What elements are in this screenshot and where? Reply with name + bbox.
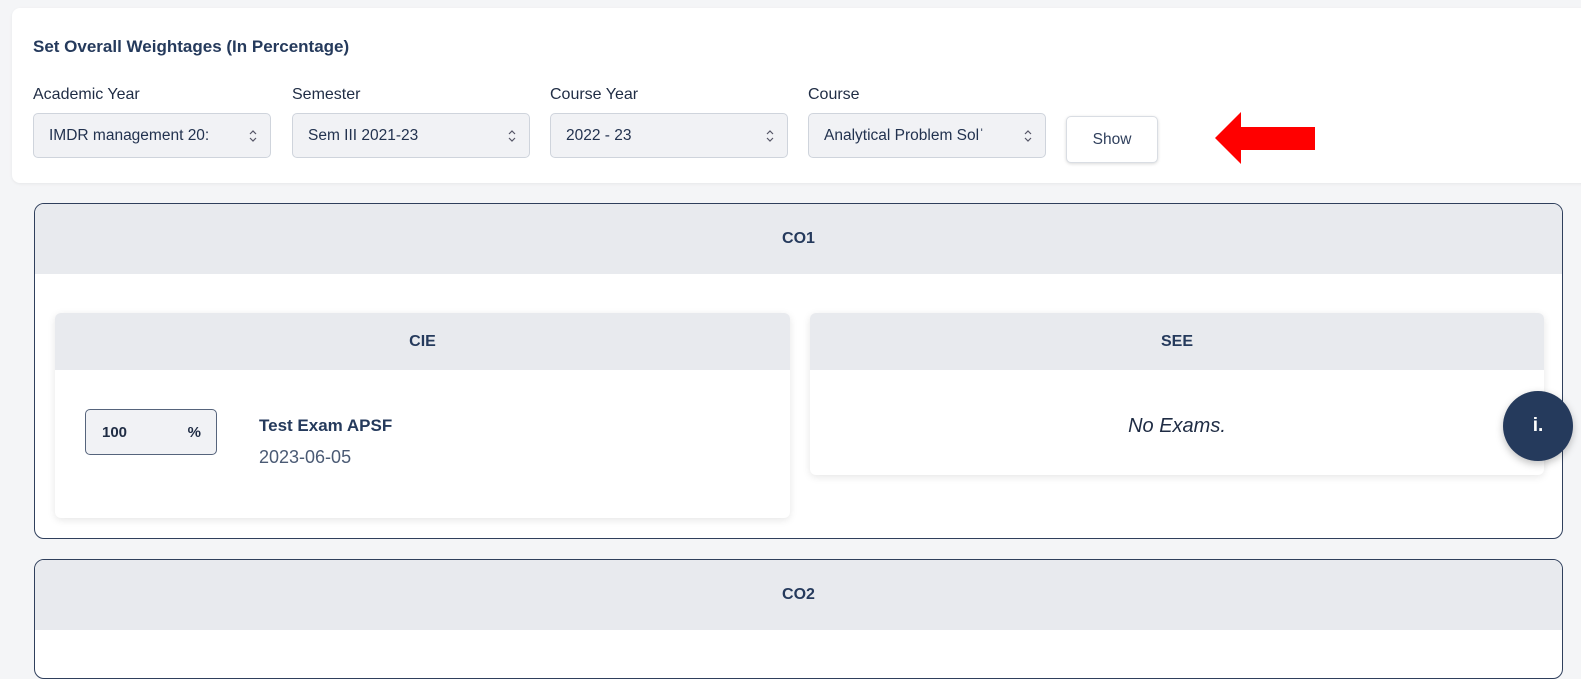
co2-panel: CO2 [34,559,1563,679]
cie-header: CIE [55,313,790,370]
chevron-up-down-icon [1024,130,1032,142]
chevron-up-down-icon [249,130,257,142]
academic-year-field: Academic Year IMDR management 20: [33,86,271,158]
chevron-up-down-icon [766,130,774,142]
weightage-input[interactable]: 100 % [85,409,217,455]
see-header: SEE [810,313,1544,370]
course-field: Course Analytical Problem Solˈ [808,86,1046,158]
academic-year-label: Academic Year [33,86,140,103]
see-card: SEE No Exams. [810,313,1544,475]
course-year-select[interactable]: 2022 - 23 [550,113,788,158]
semester-value: Sem III 2021-23 [308,127,419,144]
semester-label: Semester [292,86,361,103]
percent-sign: % [187,424,201,441]
exam-date: 2023-06-05 [259,447,352,467]
exam-name: Test Exam APSF [259,416,393,435]
show-button[interactable]: Show [1066,116,1158,163]
semester-select[interactable]: Sem III 2021-23 [292,113,530,158]
co2-header: CO2 [35,560,1562,630]
red-arrow-icon [1215,112,1315,164]
course-select[interactable]: Analytical Problem Solˈ [808,113,1046,158]
course-value: Analytical Problem Solˈ [824,127,985,144]
academic-year-value: IMDR management 20: [49,127,210,144]
course-year-label: Course Year [550,86,639,103]
weightage-value: 100 [102,424,128,441]
course-label: Course [808,86,860,103]
no-exams-message: No Exams. [1128,415,1226,437]
co1-panel: CO1 CIE 100 % Test Exam APSF 2023-06-05 … [34,203,1563,539]
weightage-filters-card: Set Overall Weightages (In Percentage) A… [12,8,1581,183]
chevron-up-down-icon [508,130,516,142]
semester-field: Semester Sem III 2021-23 [292,86,530,158]
academic-year-select[interactable]: IMDR management 20: [33,113,271,158]
page-title: Set Overall Weightages (In Percentage) [33,37,350,56]
course-year-field: Course Year 2022 - 23 [550,86,788,158]
co1-header: CO1 [35,204,1562,274]
course-year-value: 2022 - 23 [566,127,632,144]
info-button[interactable]: i. [1503,391,1573,461]
cie-card: CIE 100 % Test Exam APSF 2023-06-05 [55,313,790,518]
